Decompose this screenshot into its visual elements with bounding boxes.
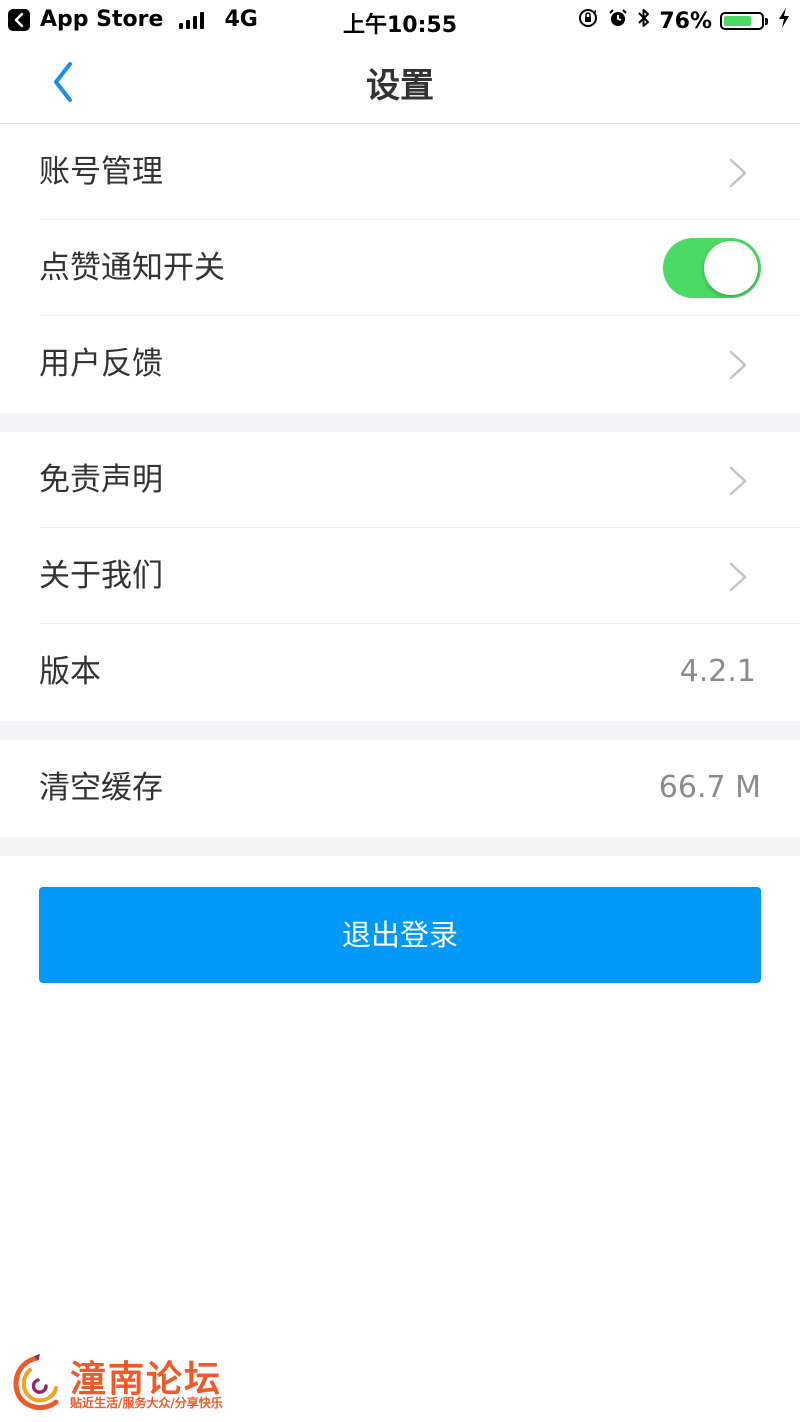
status-bar: App Store 4G 上午10:55 76%	[0, 0, 800, 40]
chevron-right-icon	[729, 466, 747, 496]
battery-fill	[724, 16, 752, 26]
settings-section-cache: 清空缓存 66.7 M	[0, 740, 800, 836]
section-divider	[0, 837, 800, 856]
page-title: 设置	[366, 66, 434, 106]
settings-row-feedback[interactable]: 用户反馈	[39, 316, 800, 412]
chevron-right-icon	[729, 158, 747, 188]
settings-row-disclaimer[interactable]: 免责声明	[39, 432, 800, 528]
row-label: 点赞通知开关	[39, 250, 225, 286]
settings-section-about: 免责声明 关于我们 版本 4.2.1	[0, 432, 800, 720]
bluetooth-icon	[637, 7, 651, 35]
status-right: 76%	[577, 7, 790, 35]
section-divider	[0, 721, 800, 740]
row-label: 用户反馈	[39, 346, 163, 382]
charging-icon	[778, 7, 790, 35]
watermark-subtitle: 贴近生活/服务大众/分享快乐	[70, 1396, 223, 1410]
battery-icon	[720, 12, 768, 30]
like-notification-toggle[interactable]	[663, 238, 761, 298]
chevron-right-icon	[729, 562, 747, 592]
chevron-right-icon	[729, 350, 747, 380]
row-label: 免责声明	[39, 462, 163, 498]
version-value: 4.2.1	[679, 654, 756, 689]
row-label: 关于我们	[39, 558, 163, 594]
forum-logo-icon	[13, 1354, 59, 1411]
settings-row-clear-cache[interactable]: 清空缓存 66.7 M	[39, 740, 800, 836]
toggle-knob	[704, 241, 758, 295]
section-divider	[0, 413, 800, 432]
settings-section-account: 账号管理 点赞通知开关 用户反馈	[0, 124, 800, 412]
alarm-icon	[607, 7, 629, 35]
cache-size-value: 66.7 M	[658, 770, 761, 805]
row-label: 账号管理	[39, 154, 163, 190]
row-label: 清空缓存	[39, 770, 163, 806]
rotation-lock-icon	[577, 7, 599, 35]
settings-row-version: 版本 4.2.1	[39, 624, 800, 720]
nav-bar: 设置	[0, 40, 800, 124]
logout-button[interactable]: 退出登录	[39, 887, 761, 983]
battery-percent: 76%	[659, 8, 712, 34]
row-label: 版本	[39, 654, 101, 690]
settings-row-about-us[interactable]: 关于我们	[39, 528, 800, 624]
settings-row-like-notification: 点赞通知开关	[39, 220, 800, 316]
settings-row-account-management[interactable]: 账号管理	[39, 124, 800, 220]
forum-watermark: 潼南论坛 贴近生活/服务大众/分享快乐	[8, 1350, 248, 1416]
